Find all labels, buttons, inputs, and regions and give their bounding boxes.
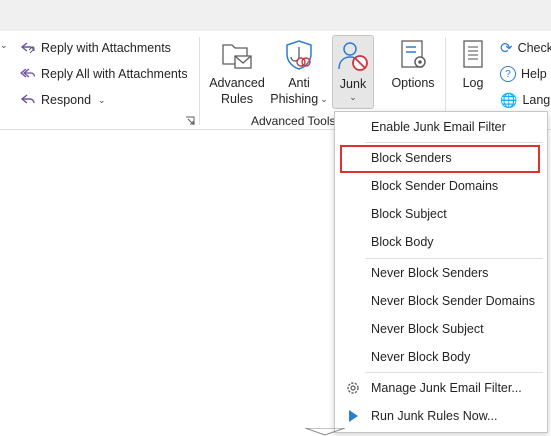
advanced-rules-label-1: Advanced bbox=[209, 76, 265, 90]
menu-item-never-block-subject[interactable]: Never Block Subject bbox=[335, 315, 547, 343]
menu-item-block-senders[interactable]: Block Senders bbox=[335, 144, 547, 173]
anti-phishing-label-1: Anti bbox=[288, 76, 310, 90]
respond-icon bbox=[20, 94, 35, 104]
block-user-icon bbox=[338, 42, 368, 71]
menu-item-label: Block Subject bbox=[371, 207, 447, 221]
play-icon bbox=[349, 410, 358, 422]
log-document-icon bbox=[463, 40, 483, 68]
reply-all-attachment-icon bbox=[20, 68, 36, 78]
menu-item-label: Never Block Senders bbox=[371, 266, 489, 280]
menu-item-manage-junk-email-filter[interactable]: Manage Junk Email Filter... bbox=[335, 374, 547, 402]
menu-item-label: Run Junk Rules Now... bbox=[371, 409, 498, 423]
chevron-down-icon: ⌄ bbox=[349, 92, 357, 102]
chevron-down-icon: ⌄ bbox=[320, 94, 328, 104]
menu-separator bbox=[365, 372, 543, 373]
help-button[interactable]: ? Help bbox=[500, 63, 547, 85]
anti-phishing-label-2: Phishing bbox=[270, 92, 319, 106]
menu-item-never-block-sender-domains[interactable]: Never Block Sender Domains bbox=[335, 287, 547, 315]
reply-with-attachments-button[interactable]: Reply with Attachments bbox=[20, 37, 171, 59]
anti-phishing-button[interactable]: Anti Phishing ⌄ bbox=[268, 35, 330, 107]
log-button[interactable]: Log bbox=[453, 35, 493, 91]
reply-all-with-attachments-label: Reply All with Attachments bbox=[41, 67, 188, 81]
gear-icon bbox=[347, 382, 359, 394]
advanced-tools-group-label: Advanced Tools bbox=[251, 114, 336, 128]
chevron-down-icon[interactable]: ⌄ bbox=[0, 40, 8, 51]
group-separator bbox=[199, 37, 200, 125]
check-button[interactable]: ⟳ Check bbox=[500, 37, 551, 59]
help-icon: ? bbox=[500, 66, 516, 82]
menu-item-label: Block Senders bbox=[371, 151, 452, 165]
options-button[interactable]: Options bbox=[388, 35, 438, 91]
menu-item-never-block-senders[interactable]: Never Block Senders bbox=[335, 259, 547, 287]
anti-phishing-label-2-row: Phishing ⌄ bbox=[270, 91, 328, 107]
check-label: Check bbox=[517, 41, 551, 55]
options-label: Options bbox=[391, 76, 435, 90]
menu-item-label: Enable Junk Email Filter bbox=[371, 120, 506, 134]
junk-menu: Enable Junk Email Filter Block Senders B… bbox=[334, 111, 548, 433]
respond-button[interactable]: Respond ⌄ bbox=[20, 89, 106, 111]
help-label: Help bbox=[521, 67, 547, 81]
reply-attachment-icon bbox=[20, 42, 35, 54]
menu-item-label: Block Sender Domains bbox=[371, 179, 499, 193]
language-button[interactable]: 🌐 Langu bbox=[500, 89, 551, 111]
folder-mail-icon bbox=[222, 44, 252, 69]
chevron-down-icon: ⌄ bbox=[98, 94, 106, 105]
menu-item-never-block-body[interactable]: Never Block Body bbox=[335, 343, 547, 371]
globe-icon: 🌐 bbox=[500, 91, 518, 108]
menu-item-label: Never Block Subject bbox=[371, 322, 484, 336]
refresh-icon: ⟳ bbox=[500, 40, 513, 57]
menu-item-enable-junk-email-filter[interactable]: Enable Junk Email Filter bbox=[335, 113, 547, 141]
menu-item-label: Manage Junk Email Filter... bbox=[371, 381, 522, 395]
menu-item-block-sender-domains[interactable]: Block Sender Domains bbox=[335, 172, 547, 200]
junk-label: Junk bbox=[339, 77, 367, 91]
menu-separator bbox=[365, 142, 543, 143]
dialog-launcher-icon[interactable] bbox=[185, 116, 195, 126]
advanced-rules-button[interactable]: Advanced Rules bbox=[207, 35, 267, 107]
envelope-icon bbox=[305, 428, 345, 436]
log-label: Log bbox=[462, 76, 484, 90]
menu-item-block-subject[interactable]: Block Subject bbox=[335, 200, 547, 228]
menu-item-label: Never Block Body bbox=[371, 350, 471, 364]
menu-item-label: Never Block Sender Domains bbox=[371, 294, 535, 308]
shield-hook-icon bbox=[286, 40, 312, 70]
reply-with-attachments-label: Reply with Attachments bbox=[41, 41, 171, 55]
advanced-rules-label-2: Rules bbox=[221, 92, 253, 106]
menu-item-block-body[interactable]: Block Body bbox=[335, 228, 547, 256]
junk-button[interactable]: Junk ⌄ bbox=[332, 35, 374, 109]
menu-item-run-junk-rules-now[interactable]: Run Junk Rules Now... bbox=[335, 402, 547, 430]
menu-item-label: Block Body bbox=[371, 235, 434, 249]
respond-label: Respond bbox=[41, 93, 92, 107]
title-bar bbox=[0, 0, 551, 31]
language-label: Langu bbox=[522, 93, 551, 107]
options-gear-icon bbox=[401, 40, 426, 68]
reply-all-with-attachments-button[interactable]: Reply All with Attachments bbox=[20, 63, 188, 85]
